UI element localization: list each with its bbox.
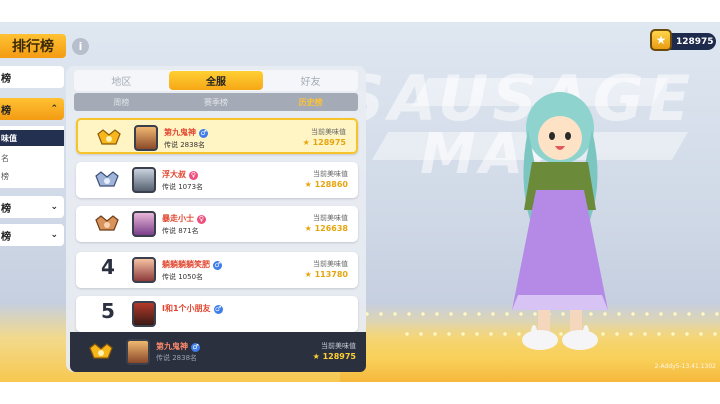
- scope-tabs: 地区 全服 好友: [74, 70, 358, 91]
- player-name: I和1个小朋友 ♂: [162, 303, 223, 314]
- player-name-text: 躺躺躺躺笑肥: [162, 260, 210, 269]
- leaderboard-row[interactable]: 浮大叔 ♀ 传说 1073名 当前美味值 ★ 128860: [76, 162, 358, 198]
- player-rank-info: 传说 1050名: [162, 273, 204, 281]
- score-label: 当前美味值: [313, 260, 348, 268]
- player-rank-info: 传说 2838名: [164, 141, 206, 149]
- player-rank-info: 传说 2838名: [156, 354, 198, 362]
- score-value-text: 128975: [322, 352, 356, 361]
- player-name-text: 第九鬼神: [156, 342, 188, 351]
- female-icon: ♀: [189, 171, 198, 180]
- avatar[interactable]: [126, 339, 150, 365]
- rank-number: 4: [101, 255, 115, 279]
- player-name: 第九鬼神 ♂: [164, 127, 208, 138]
- score-value-text: 126638: [314, 224, 348, 233]
- avatar[interactable]: [132, 167, 156, 193]
- silver-crown-badge-icon: [95, 171, 119, 187]
- male-icon: ♂: [199, 129, 208, 138]
- player-name-text: 暴走小士: [162, 214, 194, 223]
- player-name-text: I和1个小朋友: [162, 304, 211, 313]
- player-name: 第九鬼神 ♂: [156, 341, 200, 352]
- tab-friends[interactable]: 好友: [263, 70, 358, 91]
- score-label: 当前美味值: [321, 342, 356, 350]
- tab-season[interactable]: 赛季榜: [169, 93, 264, 111]
- avatar[interactable]: [134, 125, 158, 151]
- character-model: [512, 92, 608, 350]
- star-coin-icon: ★: [650, 29, 672, 51]
- tab-server[interactable]: 全服: [168, 71, 264, 90]
- score-value: ★ 128860: [304, 180, 348, 189]
- page-title: 排行榜: [0, 34, 66, 58]
- player-rank-info: 传说 1073名: [162, 183, 204, 191]
- rank-number: 5: [101, 299, 115, 323]
- sidebar-category-label: 榜: [1, 203, 11, 215]
- player-name: 暴走小士 ♀: [162, 213, 206, 224]
- male-icon: ♂: [213, 305, 223, 314]
- sidebar-subitem[interactable]: 榜: [0, 168, 64, 184]
- game-screen: SAUSAGE MAN 排行榜 i ★ 128975 榜 榜 ⌃ 味值 名 榜 …: [0, 22, 720, 382]
- score-value: ★ 128975: [302, 138, 346, 147]
- tab-history[interactable]: 历史榜: [263, 93, 358, 111]
- score-value-text: 128975: [312, 138, 346, 147]
- sidebar-category[interactable]: 榜 ⌄: [0, 224, 64, 246]
- sidebar-subitem[interactable]: 名: [0, 150, 64, 166]
- sidebar-category-label: 榜: [1, 231, 11, 243]
- player-name: 浮大叔 ♀: [162, 169, 198, 180]
- gold-crown-badge-icon: [89, 343, 113, 359]
- player-name-text: 浮大叔: [162, 170, 186, 179]
- avatar[interactable]: [132, 301, 156, 327]
- tab-region[interactable]: 地区: [74, 70, 169, 91]
- player-rank-info: 传说 871名: [162, 227, 199, 235]
- leaderboard-row[interactable]: 5 I和1个小朋友 ♂: [76, 296, 358, 332]
- sidebar-subitem-active[interactable]: 味值: [0, 130, 64, 146]
- score-value: ★ 113780: [304, 270, 348, 279]
- male-icon: ♂: [191, 343, 200, 352]
- bronze-crown-badge-icon: [95, 215, 119, 231]
- score-value: ★ 128975: [312, 352, 356, 361]
- score-value-text: 128860: [314, 180, 348, 189]
- score-label: 当前美味值: [313, 170, 348, 178]
- sidebar-category-label: 榜: [1, 73, 11, 85]
- gold-crown-badge-icon: [97, 129, 121, 145]
- sidebar-category[interactable]: 榜: [0, 66, 64, 88]
- avatar[interactable]: [132, 211, 156, 237]
- player-name-text: 第九鬼神: [164, 128, 196, 137]
- leaderboard-row[interactable]: 4 躺躺躺躺笑肥 ♂ 传说 1050名 当前美味值 ★ 113780: [76, 252, 358, 288]
- male-icon: ♂: [213, 261, 222, 270]
- currency-value: 128975: [676, 36, 714, 47]
- score-value-text: 113780: [314, 270, 348, 279]
- sidebar-category-active[interactable]: 榜 ⌃: [0, 98, 64, 120]
- score-value: ★ 126638: [304, 224, 348, 233]
- player-name: 躺躺躺躺笑肥 ♂: [162, 259, 222, 270]
- chevron-up-icon: ⌃: [50, 104, 58, 114]
- sidebar-category[interactable]: 榜 ⌄: [0, 196, 64, 218]
- chevron-down-icon: ⌄: [50, 202, 58, 212]
- leaderboard-row[interactable]: 第九鬼神 ♂ 传说 2838名 当前美味值 ★ 128975: [76, 118, 358, 154]
- score-label: 当前美味值: [313, 214, 348, 222]
- version-label: 2-Addy5-13.41.1302: [654, 363, 716, 370]
- sidebar-category-label: 榜: [1, 105, 11, 117]
- currency-display[interactable]: ★ 128975: [650, 29, 716, 51]
- period-tabs: 周榜 赛季榜 历史榜: [74, 93, 358, 111]
- tab-weekly[interactable]: 周榜: [74, 93, 169, 111]
- score-label: 当前美味值: [311, 128, 346, 136]
- avatar[interactable]: [132, 257, 156, 283]
- info-icon[interactable]: i: [72, 38, 89, 55]
- sidebar-subitems: 味值 名 榜: [0, 126, 64, 188]
- female-icon: ♀: [197, 215, 206, 224]
- chevron-down-icon: ⌄: [50, 230, 58, 240]
- leaderboard-panel: 地区 全服 好友 周榜 赛季榜 历史榜 第九鬼神 ♂ 传说 2838名 当前美味值…: [66, 66, 366, 372]
- leaderboard-row[interactable]: 暴走小士 ♀ 传说 871名 当前美味值 ★ 126638: [76, 206, 358, 242]
- my-rank-bar[interactable]: 第九鬼神 ♂ 传说 2838名 当前美味值 ★ 128975: [70, 332, 366, 372]
